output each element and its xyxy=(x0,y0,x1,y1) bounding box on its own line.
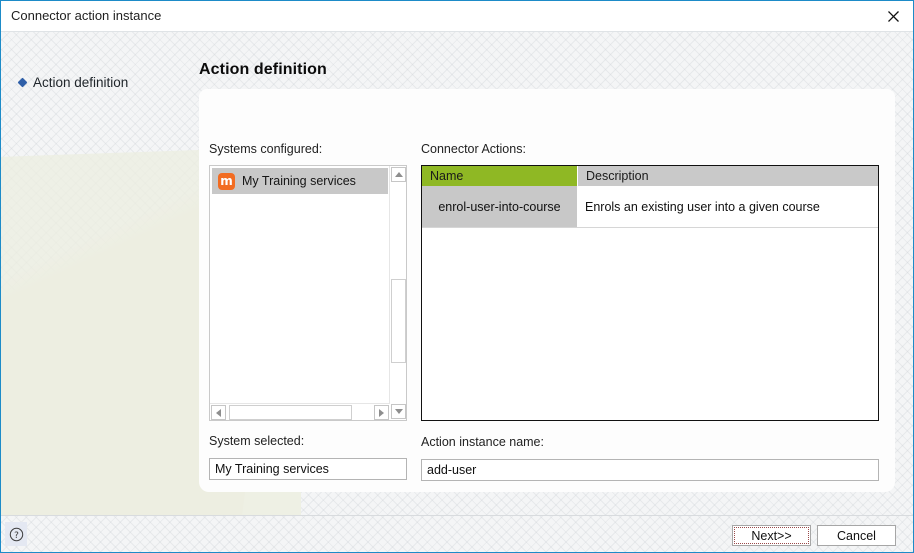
column-header-name[interactable]: Name xyxy=(422,166,577,186)
connector-actions-table[interactable]: Name Description enrol-user-into-course … xyxy=(421,165,879,421)
window-title: Connector action instance xyxy=(11,8,162,23)
column-header-description[interactable]: Description xyxy=(577,166,878,186)
systems-configured-label: Systems configured: xyxy=(209,142,323,156)
system-selected-input[interactable]: My Training services xyxy=(209,458,407,480)
scroll-up-arrow-icon[interactable] xyxy=(391,167,406,182)
moodle-icon: m xyxy=(218,172,235,190)
question-mark-icon[interactable]: ? xyxy=(5,522,27,546)
dialog-body: Action definition Action definition Syst… xyxy=(1,32,913,515)
systems-configured-list[interactable]: m My Training services xyxy=(209,165,407,421)
horizontal-scrollbar-thumb[interactable] xyxy=(229,405,352,420)
system-selected-label: System selected: xyxy=(209,434,305,448)
scroll-left-arrow-icon[interactable] xyxy=(211,405,226,420)
horizontal-scrollbar[interactable] xyxy=(210,403,390,420)
scroll-down-arrow-icon[interactable] xyxy=(391,404,406,419)
table-header-row: Name Description xyxy=(422,166,878,186)
connector-actions-label: Connector Actions: xyxy=(421,142,526,156)
scroll-right-arrow-icon[interactable] xyxy=(374,405,389,420)
vertical-scrollbar[interactable] xyxy=(389,166,406,420)
list-item[interactable]: m My Training services xyxy=(212,168,388,194)
title-bar: Connector action instance xyxy=(1,1,913,32)
sidebar-item-action-definition[interactable]: Action definition xyxy=(17,75,129,90)
cell-description: Enrols an existing user into a given cou… xyxy=(577,186,878,227)
wizard-steps-nav: Action definition xyxy=(1,32,199,515)
cancel-button[interactable]: Cancel xyxy=(817,525,896,546)
list-item-label: My Training services xyxy=(242,174,356,188)
cell-name: enrol-user-into-course xyxy=(422,186,577,227)
dialog-footer: ? Next>> Cancel xyxy=(1,515,913,552)
dialog-window: Connector action instance Action definit… xyxy=(0,0,914,553)
action-instance-name-label: Action instance name: xyxy=(421,435,544,449)
svg-text:?: ? xyxy=(14,531,19,541)
close-icon[interactable] xyxy=(871,1,913,31)
sidebar-item-label: Action definition xyxy=(33,75,129,90)
moodle-icon-letter: m xyxy=(220,173,233,188)
diamond-bullet-icon xyxy=(17,77,28,88)
content-card: Systems configured: Connector Actions: m… xyxy=(199,89,895,492)
table-row[interactable]: enrol-user-into-course Enrols an existin… xyxy=(422,186,878,228)
page-title: Action definition xyxy=(199,61,327,78)
vertical-scrollbar-thumb[interactable] xyxy=(391,279,406,363)
action-instance-name-input[interactable]: add-user xyxy=(421,459,879,481)
next-button[interactable]: Next>> xyxy=(732,525,811,546)
